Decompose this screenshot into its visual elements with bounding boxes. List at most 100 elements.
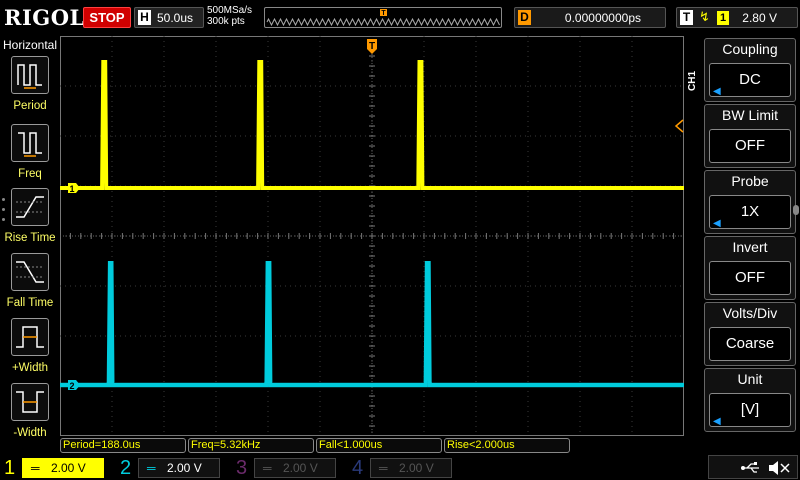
plus-width-icon — [11, 318, 49, 356]
cycle-arrow-icon: ◀ — [713, 416, 721, 427]
probe-title: Probe — [731, 173, 769, 189]
memory-depth: 300k pts — [207, 16, 245, 27]
trigger-level-marker — [674, 119, 684, 133]
volts-div-title: Volts/Div — [722, 305, 778, 321]
freq-icon — [11, 124, 49, 162]
channel-3-number: 3 — [236, 457, 248, 479]
measurement-rise[interactable]: Rise<2.000us — [444, 438, 570, 453]
unit-softkey[interactable]: Unit ◀ [V] — [704, 368, 796, 432]
invert-value: OFF — [709, 261, 791, 295]
bw-limit-title: BW Limit — [722, 107, 778, 123]
measure-fall-time-label: Fall Time — [6, 297, 54, 309]
channel-1-scale: 2.00 V — [51, 461, 86, 475]
sample-rate: 500MSa/s — [207, 5, 253, 16]
period-icon — [11, 56, 49, 94]
dc-coupling-icon: ═ — [379, 461, 388, 475]
channel-settings-menu: Coupling ◀ DC BW Limit OFF Probe ◀ 1X Inve… — [700, 36, 800, 436]
channel-1-trace — [60, 60, 684, 190]
trigger-box[interactable]: T ↯ 1 2.80 V — [676, 7, 798, 28]
coupling-softkey[interactable]: Coupling ◀ DC — [704, 38, 796, 102]
measure-period[interactable]: Period — [0, 56, 60, 120]
measure-period-label: Period — [13, 100, 47, 112]
channel-2-scale: 2.00 V — [167, 461, 202, 475]
volts-div-value: Coarse — [709, 327, 791, 361]
measure-freq-label: Freq — [18, 168, 42, 180]
probe-softkey[interactable]: Probe ◀ 1X — [704, 170, 796, 234]
memory-waveform-icon: T — [266, 9, 500, 27]
svg-text:2: 2 — [69, 381, 74, 391]
delay-box[interactable]: D 0.00000000ps — [514, 7, 666, 28]
top-status-bar: RIGOL STOP H 50.0us 500MSa/s 300k pts T … — [0, 0, 800, 36]
usb-icon — [741, 462, 759, 473]
channel-4-scale: 2.00 V — [399, 461, 434, 475]
rising-edge-icon: ↯ — [699, 9, 710, 24]
channel-2-box[interactable]: 2 ═ 2.00 V — [116, 456, 226, 480]
acquisition-info: 500MSa/s 300k pts — [207, 5, 252, 27]
unit-title: Unit — [737, 371, 763, 387]
channel-3-panel: ═ 2.00 V — [254, 458, 336, 478]
coupling-title: Coupling — [722, 41, 778, 57]
trigger-tag: T — [680, 10, 693, 25]
channel-2-panel: ═ 2.00 V — [138, 458, 220, 478]
waveform-display[interactable]: 1 2 T — [60, 36, 684, 436]
memory-position-bar[interactable]: T — [264, 7, 502, 28]
dc-coupling-icon: ═ — [147, 461, 156, 475]
coupling-value: ◀ DC — [709, 63, 791, 97]
measure-rise-time[interactable]: Rise Time — [0, 188, 60, 252]
fall-time-icon — [11, 253, 49, 291]
run-stop-button[interactable]: STOP — [83, 7, 131, 28]
measurement-bar: Period=188.0us Freq=5.32kHz Fall<1.000us… — [60, 437, 684, 453]
channel-4-box[interactable]: 4 ═ 2.00 V — [348, 456, 458, 480]
trigger-source: 1 — [717, 11, 729, 25]
delay-value: 0.00000000ps — [564, 11, 641, 25]
svg-text:1: 1 — [69, 184, 74, 194]
channel-tab[interactable]: CH1 — [686, 66, 700, 96]
rise-time-icon — [11, 188, 49, 226]
measurement-period[interactable]: Period=188.0us — [60, 438, 186, 453]
measure-fall-time[interactable]: Fall Time — [0, 253, 60, 317]
dc-coupling-icon: ═ — [263, 461, 272, 475]
measurement-freq[interactable]: Freq=5.32kHz — [188, 438, 314, 453]
svg-text:T: T — [369, 41, 375, 52]
left-menu-title: Horizontal — [2, 38, 58, 52]
trigger-time-marker: T — [367, 39, 377, 54]
probe-value: ◀ 1X — [709, 195, 791, 229]
channel-4-panel: ═ 2.00 V — [370, 458, 452, 478]
trigger-level: 2.80 V — [742, 11, 777, 25]
measure-minus-width[interactable]: -Width — [0, 383, 60, 447]
measure-plus-width-label: +Width — [11, 362, 49, 374]
channel-bar: 1 ═ 2.00 V 2 ═ 2.00 V 3 ═ 2.00 V 4 ═ 2.0… — [0, 454, 800, 480]
left-measure-menu: Horizontal Period Freq Rise Time Fall Ti… — [0, 36, 60, 454]
channel-1-panel: ═ 2.00 V — [22, 458, 104, 478]
speaker-muted-icon — [769, 461, 790, 475]
svg-text:T: T — [381, 10, 386, 17]
measure-minus-width-label: -Width — [13, 427, 47, 439]
bw-limit-softkey[interactable]: BW Limit OFF — [704, 104, 796, 168]
brand-logo: RIGOL — [4, 5, 85, 30]
measurement-fall[interactable]: Fall<1.000us — [316, 438, 442, 453]
measure-plus-width[interactable]: +Width — [0, 318, 60, 382]
delay-tag: D — [518, 10, 531, 25]
channel-2-number: 2 — [120, 457, 132, 479]
invert-title: Invert — [732, 239, 768, 255]
horizontal-tag: H — [138, 10, 151, 25]
channel-3-box[interactable]: 3 ═ 2.00 V — [232, 456, 342, 480]
status-icons — [708, 455, 798, 479]
channel-1-box[interactable]: 1 ═ 2.00 V — [0, 456, 110, 480]
minus-width-icon — [11, 383, 49, 421]
measure-rise-time-label: Rise Time — [4, 232, 56, 244]
channel-1-number: 1 — [4, 457, 16, 479]
measure-freq[interactable]: Freq — [0, 124, 60, 188]
volts-div-softkey[interactable]: Volts/Div Coarse — [704, 302, 796, 366]
unit-value: ◀ [V] — [709, 393, 791, 427]
timebase-value: 50.0us — [157, 11, 194, 25]
channel-2-marker: 2 — [68, 380, 80, 391]
invert-softkey[interactable]: Invert OFF — [704, 236, 796, 300]
waveform-graticule: 1 2 T — [60, 36, 684, 436]
right-menu-pager — [793, 205, 799, 215]
channel-4-number: 4 — [352, 457, 364, 479]
horizontal-timebase-box[interactable]: H 50.0us — [134, 7, 204, 28]
channel-1-marker: 1 — [68, 183, 80, 194]
dc-coupling-icon: ═ — [31, 461, 40, 475]
bw-limit-value: OFF — [709, 129, 791, 163]
